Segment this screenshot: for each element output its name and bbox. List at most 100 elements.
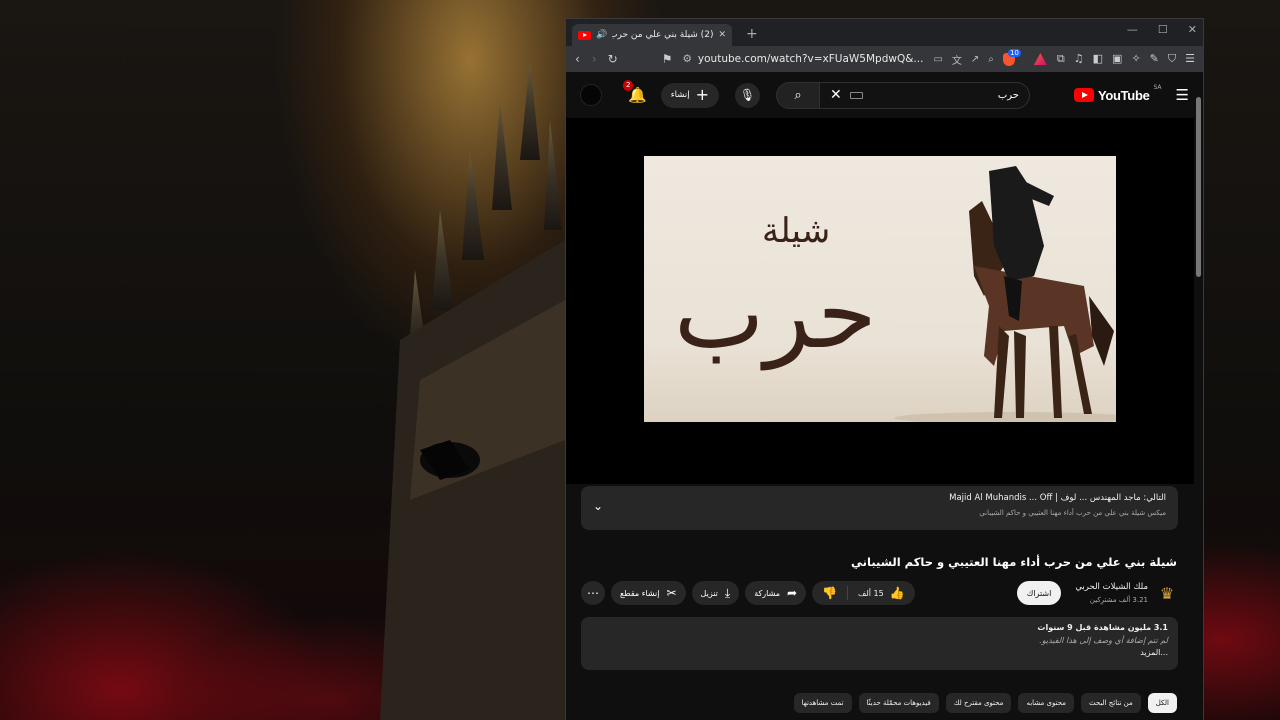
show-more-link[interactable]: ...المزيد [591, 648, 1168, 657]
chevron-down-icon[interactable]: ⌄ [593, 499, 603, 513]
chip-all[interactable]: الكل [1147, 693, 1177, 713]
clip-label: إنشاء مقطع [620, 588, 660, 598]
up-next-panel[interactable]: التالي: ماجد المهندس ... لوف | Majid Al … [581, 486, 1178, 530]
up-next-subtitle: ميكس شيلة بني علي من حرب أداء مهنا العتي… [979, 509, 1166, 517]
video-frame[interactable]: شيلة حرب [644, 156, 1116, 422]
search-input[interactable] [870, 89, 1019, 101]
new-tab-button[interactable]: + [746, 26, 758, 42]
video-player[interactable]: شيلة حرب [566, 118, 1194, 484]
upload-age: قبل 9 سنوات [1037, 623, 1092, 632]
youtube-logo-icon [1073, 88, 1094, 102]
download-icon: ⤓ [724, 585, 731, 600]
wallpaper-throne-art [380, 40, 580, 720]
chip-recommended[interactable]: محتوى مقترح لك [945, 693, 1012, 713]
tab-title: (2) شيلة بني علي من حرب أداء [612, 30, 714, 40]
page-scrollbar[interactable] [1196, 87, 1201, 717]
reload-icon[interactable]: ↻ [608, 52, 618, 66]
browser-extensions: ⧉ ♫ ◧ ▣ ✧ ✎ ⛉ ☰ [1057, 52, 1195, 66]
rewards-badge: 1 [1045, 53, 1047, 58]
youtube-favicon-icon [578, 30, 591, 40]
search-icon[interactable]: ⌕ [776, 81, 820, 109]
minimize-button[interactable]: — [1127, 23, 1138, 36]
like-count: 15 ألف [858, 588, 884, 598]
video-title: شيلة بني علي من حرب أداء مهنا العتيبي و … [851, 555, 1177, 569]
download-label: تنزيل [700, 588, 718, 598]
media-icon[interactable]: ♫ [1074, 52, 1084, 66]
share-label: مشاركة [754, 588, 781, 598]
like-button[interactable]: 👍 15 ألف [848, 586, 915, 600]
notification-count: 2 [623, 80, 634, 91]
channel-name[interactable]: ملك الشيلات الحربي [1075, 582, 1148, 592]
keyboard-icon[interactable] [849, 91, 863, 99]
voice-search-icon[interactable]: 🎙 [735, 82, 760, 108]
description-text: لم تتم إضافة أي وصف إلى هذا الفيديو. [1039, 636, 1168, 645]
clip-button[interactable]: ✂ إنشاء مقطع [611, 581, 686, 605]
like-dislike-group: 👎 👍 15 ألف [812, 581, 915, 605]
brave-shields-icon[interactable]: 10 [1002, 48, 1021, 66]
tab-close-icon[interactable]: ✕ [718, 30, 726, 40]
wallet-icon[interactable]: ▣ [1112, 52, 1122, 66]
clear-search-icon[interactable]: ✕ [830, 87, 842, 103]
dislike-icon[interactable]: 👎 [812, 586, 849, 600]
maximize-button[interactable]: ☐ [1158, 23, 1168, 36]
chip-from-search[interactable]: من نتائج البحث [1080, 693, 1141, 713]
bookmark-icon[interactable]: ⚑ [662, 52, 673, 66]
scissors-icon: ✂ [666, 586, 677, 600]
download-button[interactable]: ⤓ تنزيل [691, 581, 740, 605]
tab-strip: ✕ (2) شيلة بني علي من حرب أداء 🔊 + — ☐ ✕ [566, 19, 1203, 46]
chip-recently-uploaded[interactable]: فيديوهات محمّلة حديثًا [858, 693, 939, 713]
share-icon: ➦ [787, 586, 798, 600]
create-label: إنشاء [670, 90, 690, 100]
chip-related[interactable]: محتوى مشابه [1018, 693, 1074, 713]
brave-shields-count: 10 [1007, 48, 1021, 57]
close-window-button[interactable]: ✕ [1188, 23, 1197, 36]
create-button[interactable]: إنشاء + [660, 82, 719, 108]
screenshot-icon[interactable]: ⧉ [1057, 52, 1065, 66]
logo-text: YouTube [1097, 87, 1150, 103]
youtube-header: 🔔 2 إنشاء + 🎙 ⌕ ✕ YouTube SA ☰ [566, 72, 1203, 118]
view-count: 3.1 مليون مشاهدة [1093, 623, 1168, 632]
brave-rewards-icon[interactable]: 1 [1033, 53, 1047, 65]
crown-avatar-icon[interactable]: ♛ [1156, 582, 1178, 604]
tab-youtube[interactable]: ✕ (2) شيلة بني علي من حرب أداء 🔊 [572, 24, 732, 46]
forward-icon[interactable]: › [591, 52, 598, 66]
menu-icon[interactable]: ☰ [1185, 52, 1195, 66]
extensions-icon[interactable]: ✎ [1150, 52, 1159, 66]
url-text[interactable]: youtube.com/watch?v=xFUaW5MpdwQ&... [698, 53, 924, 65]
scrollbar-thumb[interactable] [1196, 97, 1201, 277]
address-bar[interactable]: ⚙ youtube.com/watch?v=xFUaW5MpdwQ&... [682, 49, 923, 69]
subscribe-button[interactable]: اشتراك [1016, 581, 1062, 605]
account-avatar[interactable] [580, 84, 602, 106]
youtube-logo[interactable]: YouTube SA [1073, 84, 1162, 103]
translate-icon[interactable]: 文 [952, 52, 962, 67]
cast-icon[interactable]: ▭ [933, 54, 942, 65]
share-page-icon[interactable]: ↗ [971, 54, 979, 65]
channel-subscribers: 3.21 ألف مشترِكين [1089, 596, 1148, 604]
window-controls: — ☐ ✕ [1127, 23, 1197, 36]
zoom-icon[interactable]: ⌕ [988, 54, 994, 65]
share-button[interactable]: ➦ مشاركة [745, 581, 807, 605]
browser-window: ✕ (2) شيلة بني علي من حرب أداء 🔊 + — ☐ ✕… [565, 18, 1204, 720]
video-art-word-main: حرب [674, 258, 877, 370]
related-filter-chips: الكل من نتائج البحث محتوى مشابه محتوى مق… [793, 693, 1177, 713]
more-actions-button[interactable]: ⋯ [581, 581, 605, 605]
address-bar-actions: ▭ 文 ↗ ⌕ 10 1 [933, 48, 1047, 67]
vpn-icon[interactable]: ⛉ [1168, 52, 1176, 66]
browser-toolbar: ‹ › ↻ ⚑ ⚙ youtube.com/watch?v=xFUaW5Mpdw… [566, 46, 1203, 72]
logo-region: SA [1153, 83, 1162, 91]
sidebar-icon[interactable]: ◧ [1093, 52, 1103, 66]
notifications-bell-icon[interactable]: 🔔 2 [623, 80, 647, 104]
chip-watched[interactable]: تمت مشاهدتها [793, 693, 852, 713]
leo-icon[interactable]: ✧ [1131, 52, 1140, 66]
speaker-icon[interactable]: 🔊 [596, 30, 607, 40]
description-stats: 3.1 مليون مشاهدة قبل 9 سنوات [591, 623, 1168, 632]
guide-menu-icon[interactable]: ☰ [1176, 86, 1189, 104]
description-box[interactable]: 3.1 مليون مشاهدة قبل 9 سنوات لم تتم إضاف… [581, 617, 1178, 670]
search-bar: ⌕ ✕ [776, 81, 1030, 109]
video-art-word-top: شيلة [762, 211, 831, 251]
plus-icon: + [695, 85, 709, 104]
thumbs-up-icon: 👍 [889, 586, 905, 600]
channel-info[interactable]: ملك الشيلات الحربي 3.21 ألف مشترِكين [1075, 582, 1148, 604]
site-settings-icon[interactable]: ⚙ [682, 53, 691, 65]
back-icon[interactable]: ‹ [574, 52, 581, 66]
